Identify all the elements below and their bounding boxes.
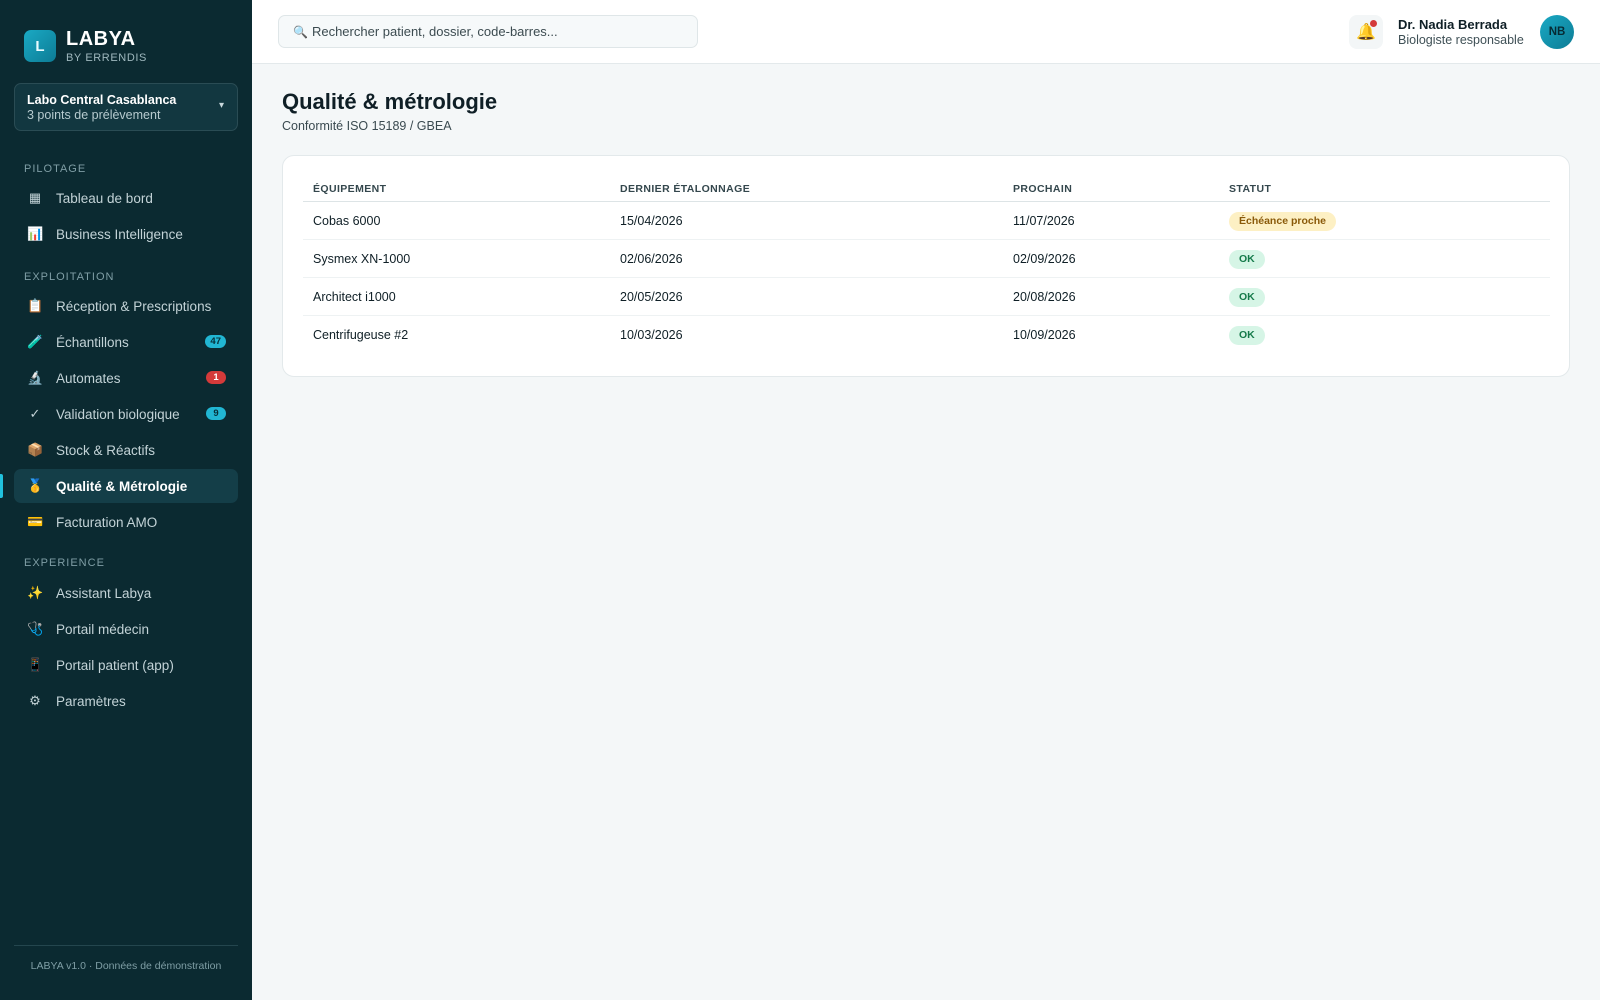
- search-icon: 🔍: [293, 24, 308, 39]
- gear-icon: ⚙: [29, 693, 41, 708]
- brand-subtitle: BY ERRENDIS: [66, 52, 147, 64]
- page-subtitle: Conformité ISO 15189 / GBEA: [282, 119, 452, 133]
- sidebar-item-label: Réception & Prescriptions: [56, 298, 212, 314]
- status-badge: OK: [1229, 326, 1265, 345]
- sidebar-item-13[interactable]: ⚙ Paramètres: [14, 684, 238, 718]
- equipment-cell: Architect i1000: [313, 290, 396, 304]
- sidebar-item-label: Assistant Labya: [56, 585, 152, 601]
- table-row[interactable]: Sysmex XN-1000 02/06/2026 02/09/2026 OK: [303, 240, 1550, 278]
- status-badge: OK: [1229, 288, 1265, 307]
- sidebar-item-label: Qualité & Métrologie: [56, 478, 188, 494]
- next-calibration-cell: 02/09/2026: [1013, 252, 1076, 266]
- brand-text: LABYA BY ERRENDIS: [66, 28, 147, 64]
- table-row[interactable]: Centrifugeuse #2 10/03/2026 10/09/2026 OK: [303, 316, 1550, 354]
- next-calibration-cell: 11/07/2026: [1013, 214, 1075, 228]
- brand[interactable]: L LABYA BY ERRENDIS: [24, 28, 147, 64]
- sidebar-item-label: Tableau de bord: [56, 190, 153, 206]
- metrology-card: ÉQUIPEMENT DERNIER ÉTALONNAGE PROCHAIN S…: [282, 155, 1570, 377]
- page-title: Qualité & métrologie: [282, 89, 498, 114]
- sidebar-item-label: Échantillons: [56, 334, 129, 350]
- sidebar: L LABYA BY ERRENDIS Labo Central Casabla…: [0, 0, 252, 1000]
- sidebar-item-9[interactable]: 💳 Facturation AMO: [14, 505, 238, 539]
- sidebar-item-11[interactable]: 🩺 Portail médecin: [14, 612, 238, 646]
- next-calibration-cell: 20/08/2026: [1013, 290, 1076, 304]
- equipment-cell: Cobas 6000: [313, 214, 381, 228]
- medal-icon: 🥇: [27, 478, 44, 493]
- lab-name: Labo Central Casablanca: [27, 93, 177, 107]
- last-calibration-cell: 10/03/2026: [620, 328, 683, 342]
- sidebar-item-7[interactable]: 📦 Stock & Réactifs: [14, 433, 238, 467]
- status-badge: Échéance proche: [1229, 212, 1336, 231]
- sidebar-item-5[interactable]: 🔬 Automates 1: [14, 361, 238, 395]
- brand-name: LABYA: [66, 28, 136, 50]
- lab-subtitle: 3 points de prélèvement: [27, 108, 161, 122]
- header-next-calibration[interactable]: PROCHAIN: [1013, 183, 1072, 195]
- notifications-button[interactable]: 🔔: [1349, 15, 1383, 49]
- nav-section-exploitation: EXPLOITATION: [24, 271, 115, 283]
- header-last-calibration[interactable]: DERNIER ÉTALONNAGE: [620, 183, 750, 195]
- mobile-icon: 📱: [27, 657, 44, 672]
- avatar[interactable]: NB: [1540, 15, 1574, 49]
- table-row[interactable]: Architect i1000 20/05/2026 20/08/2026 OK: [303, 278, 1550, 316]
- status-badge: OK: [1229, 250, 1265, 269]
- sidebar-footer: LABYA v1.0 · Données de démonstration: [14, 945, 238, 972]
- sidebar-item-label: Facturation AMO: [56, 514, 158, 530]
- sidebar-item-12[interactable]: 📱 Portail patient (app): [14, 648, 238, 682]
- check-icon: ✓: [29, 406, 41, 421]
- table-row[interactable]: Cobas 6000 15/04/2026 11/07/2026 Échéance p…: [303, 202, 1550, 240]
- test-tube-icon: 🧪: [27, 334, 44, 349]
- equipment-table: ÉQUIPEMENT DERNIER ÉTALONNAGE PROCHAIN S…: [303, 176, 1550, 354]
- search-placeholder: Rechercher patient, dossier, code-barres…: [311, 24, 558, 39]
- user-info[interactable]: Dr. Nadia Berrada Biologiste responsable: [1398, 17, 1524, 47]
- sidebar-item-label: Automates: [56, 370, 121, 386]
- sidebar-item-1[interactable]: ▦ Tableau de bord: [14, 181, 238, 215]
- notification-dot: [1370, 20, 1377, 27]
- clipboard-icon: 📋: [27, 298, 44, 313]
- search-input[interactable]: 🔍 Rechercher patient, dossier, code-barr…: [278, 15, 698, 48]
- package-icon: 📦: [27, 442, 44, 457]
- brand-logo: L: [24, 30, 56, 62]
- user-name: Dr. Nadia Berrada: [1398, 17, 1508, 32]
- sidebar-item-2[interactable]: 📊 Business Intelligence: [14, 217, 238, 251]
- sidebar-item-label: Portail patient (app): [56, 657, 174, 673]
- nav-section-experience: EXPERIENCE: [24, 557, 105, 569]
- user-role: Biologiste responsable: [1398, 33, 1524, 47]
- nav-section-pilotage: PILOTAGE: [24, 163, 87, 175]
- sidebar-item-label: Validation biologique: [56, 406, 180, 422]
- sidebar-item-label: Business Intelligence: [56, 226, 183, 242]
- chevron-down-icon: ▾: [218, 100, 224, 111]
- sidebar-item-label: Portail médecin: [56, 621, 150, 637]
- table-header: ÉQUIPEMENT DERNIER ÉTALONNAGE PROCHAIN S…: [303, 176, 1550, 202]
- count-badge: 47: [205, 335, 226, 348]
- sidebar-item-label: Paramètres: [56, 693, 126, 709]
- next-calibration-cell: 10/09/2026: [1013, 328, 1076, 342]
- active-indicator: [0, 474, 3, 498]
- count-badge: 1: [206, 371, 226, 384]
- sidebar-item-label: Stock & Réactifs: [56, 442, 156, 458]
- equipment-cell: Sysmex XN-1000: [313, 252, 411, 266]
- count-badge: 9: [206, 407, 226, 420]
- dashboard-icon: ▦: [28, 190, 42, 205]
- sparkles-icon: ✨: [27, 585, 44, 600]
- header-status[interactable]: STATUT: [1229, 183, 1271, 195]
- sidebar-item-4[interactable]: 🧪 Échantillons 47: [14, 325, 238, 359]
- last-calibration-cell: 20/05/2026: [620, 290, 683, 304]
- sidebar-item-6[interactable]: ✓ Validation biologique 9: [14, 397, 238, 431]
- sidebar-item-3[interactable]: 📋 Réception & Prescriptions: [14, 289, 238, 323]
- last-calibration-cell: 02/06/2026: [620, 252, 683, 266]
- equipment-cell: Centrifugeuse #2: [313, 328, 409, 342]
- sidebar-item-10[interactable]: ✨ Assistant Labya: [14, 576, 238, 610]
- header-equipment[interactable]: ÉQUIPEMENT: [313, 183, 386, 195]
- bar-chart-icon: 📊: [27, 226, 44, 241]
- microscope-icon: 🔬: [27, 370, 44, 385]
- topbar: 🔍 Rechercher patient, dossier, code-barr…: [252, 0, 1600, 64]
- lab-selector[interactable]: Labo Central Casablanca 3 points de prél…: [14, 83, 238, 131]
- credit-card-icon: 💳: [27, 514, 44, 529]
- last-calibration-cell: 15/04/2026: [620, 214, 683, 228]
- sidebar-item-8[interactable]: 🥇 Qualité & Métrologie: [14, 469, 238, 503]
- stethoscope-icon: 🩺: [27, 621, 44, 636]
